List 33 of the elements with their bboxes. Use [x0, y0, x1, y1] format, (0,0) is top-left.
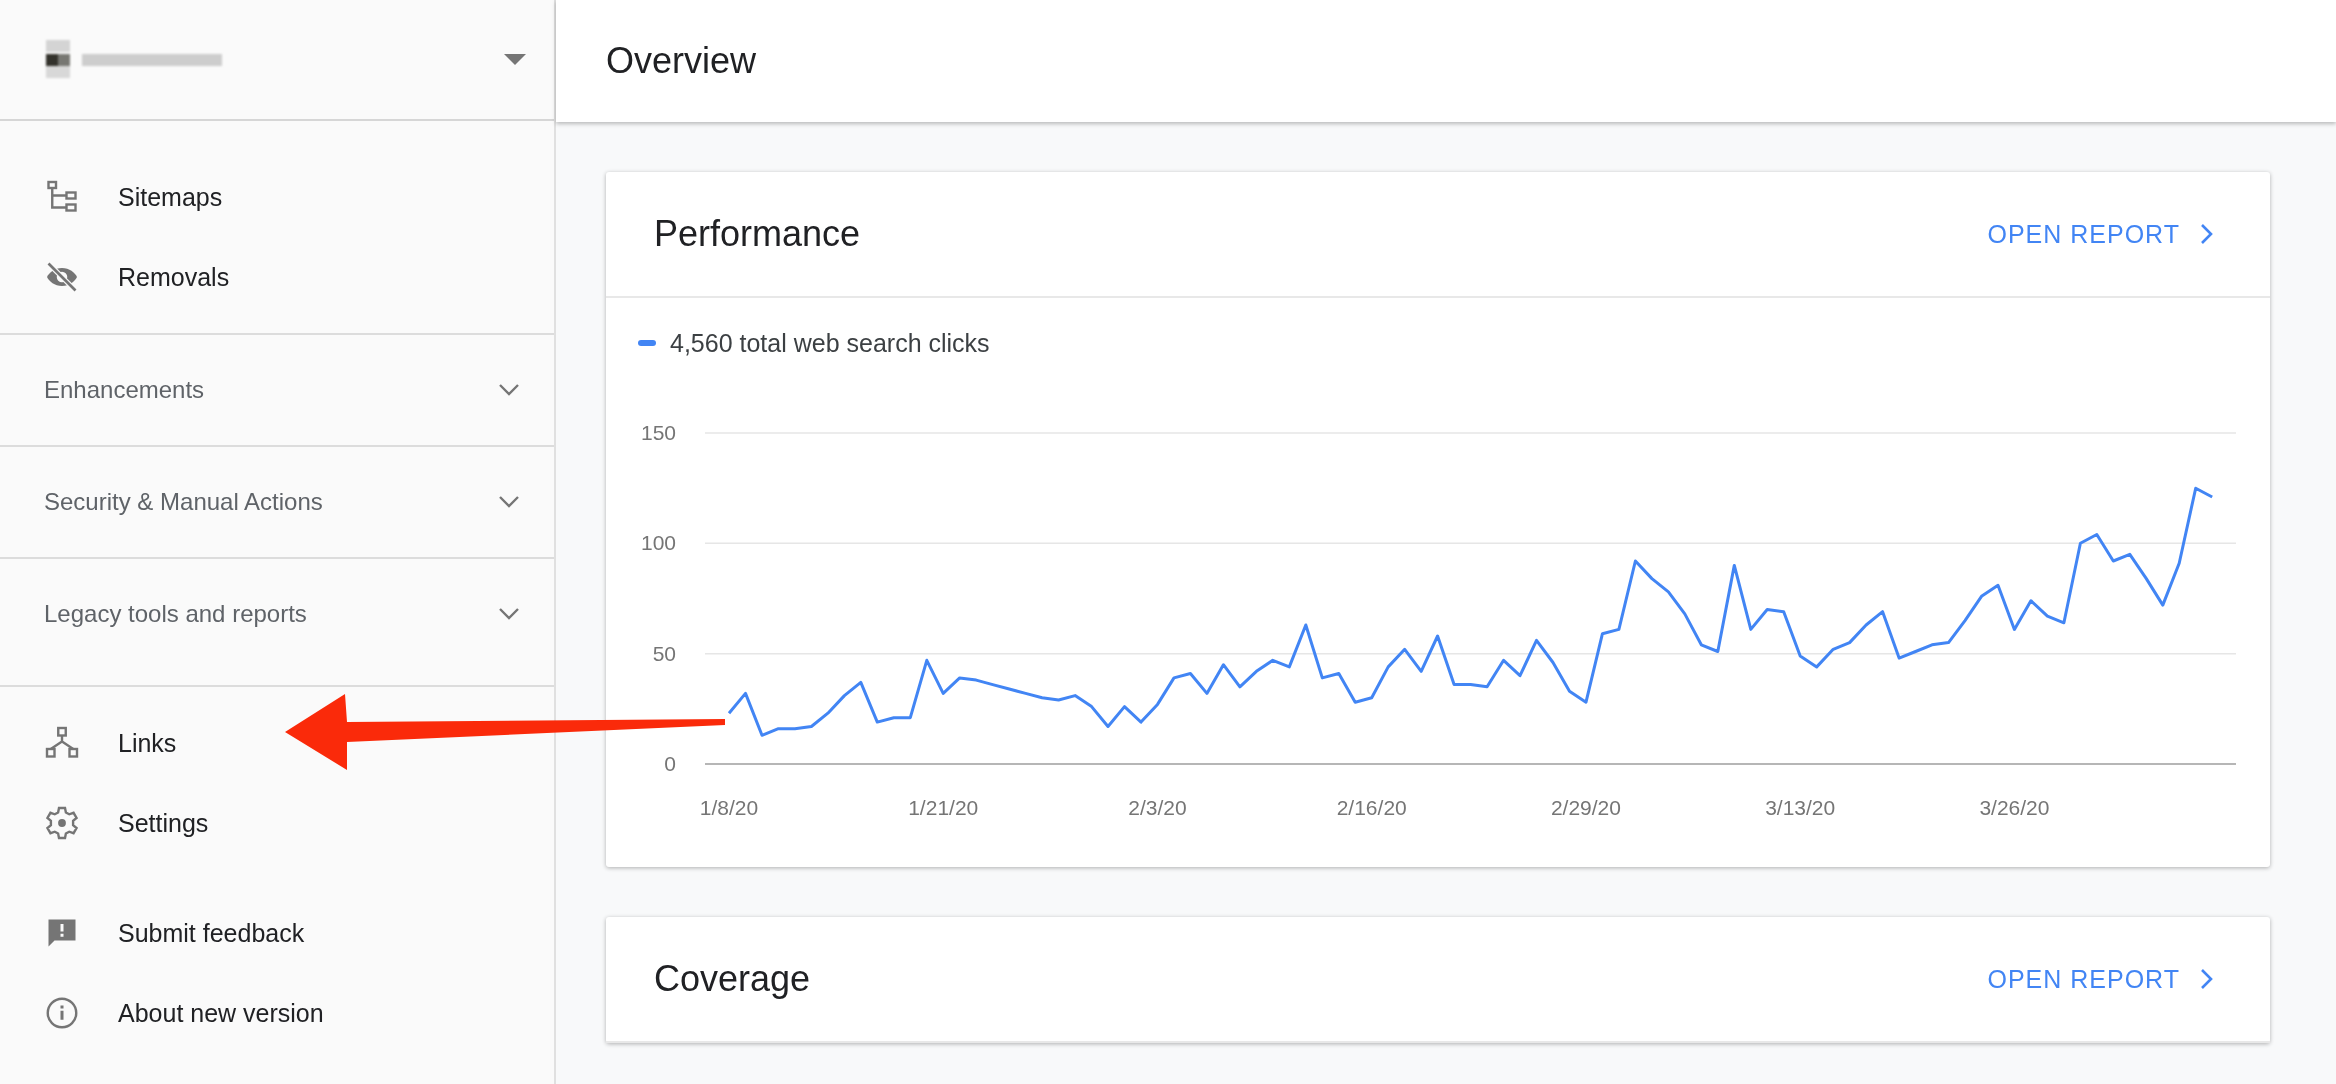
sidebar-item[interactable]: Settings: [0, 783, 554, 863]
chevron-right-icon: [2200, 223, 2214, 245]
y-axis-label: 100: [640, 531, 676, 555]
x-axis-label: 1/21/20: [908, 796, 979, 819]
chevron-right-icon: [2200, 968, 2214, 990]
legend-label: 4,560 total web search clicks: [670, 328, 990, 358]
page-title: Overview: [606, 40, 757, 82]
y-axis-label: 50: [652, 641, 676, 665]
x-axis-label: 1/8/20: [699, 796, 759, 819]
hierarchy-icon: [44, 725, 80, 761]
open-report-link[interactable]: OPEN REPORT: [1987, 964, 2214, 994]
sidebar-item[interactable]: Sitemaps: [0, 157, 554, 237]
x-axis-label: 2/3/20: [1128, 796, 1187, 819]
card-title: Performance: [654, 213, 861, 255]
sidebar-section[interactable]: Enhancements: [0, 333, 554, 445]
card-title: Coverage: [654, 958, 811, 1000]
crossed-eye-icon: [44, 259, 80, 295]
x-axis-label: 3/13/20: [1765, 796, 1836, 819]
sidebar-section[interactable]: Legacy tools and reports: [0, 557, 554, 669]
info-icon: [44, 995, 80, 1031]
y-axis-label: 0: [664, 752, 676, 775]
settings-icon: [44, 805, 80, 841]
open-report-link[interactable]: OPEN REPORT: [1987, 219, 2214, 249]
x-axis-label: 2/29/20: [1550, 796, 1621, 819]
dropdown-caret-icon: [504, 53, 526, 66]
x-axis-label: 3/26/20: [1979, 796, 2050, 819]
sidebar-item[interactable]: About new version: [0, 973, 554, 1053]
sidebar-item[interactable]: Removals: [0, 237, 554, 317]
sitemap-icon: [44, 179, 80, 215]
sidebar-section[interactable]: Security & Manual Actions: [0, 445, 554, 557]
sidebar-item[interactable]: Submit feedback: [0, 893, 554, 973]
x-axis-label: 2/16/20: [1336, 796, 1407, 819]
y-axis-label: 150: [640, 421, 676, 444]
